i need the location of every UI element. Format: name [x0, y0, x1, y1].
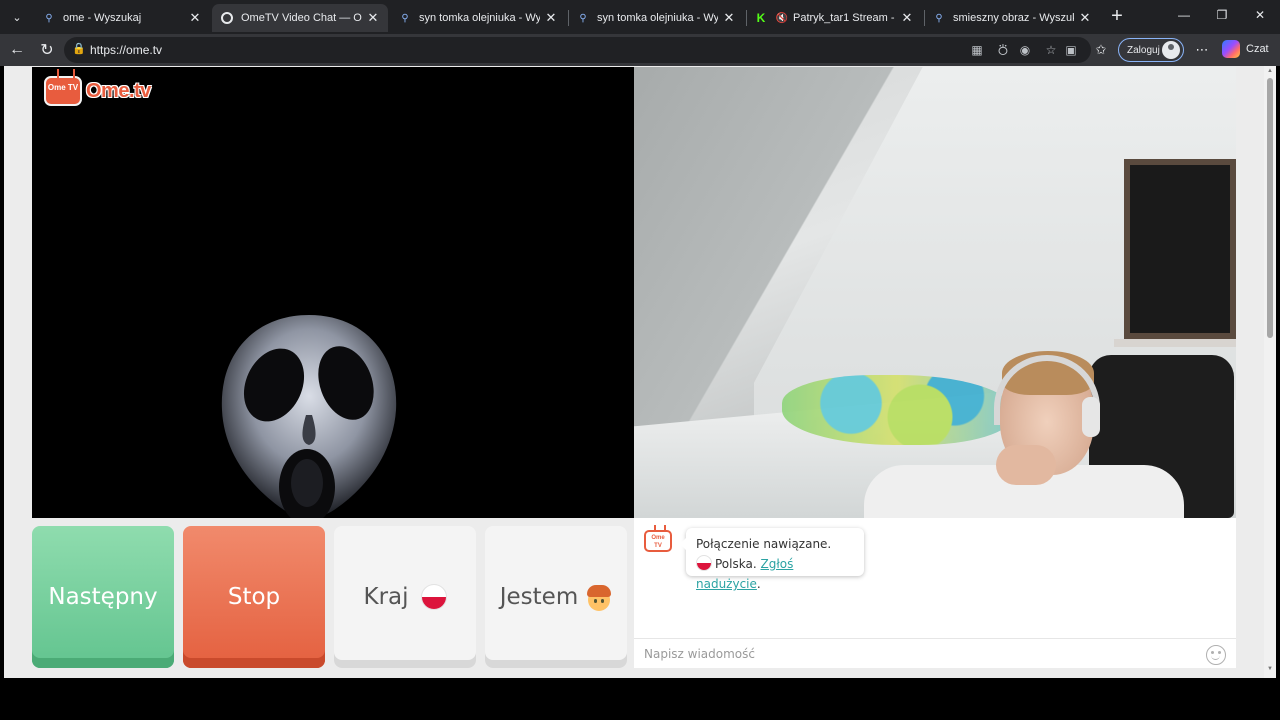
- next-button[interactable]: Następny: [32, 526, 174, 668]
- ometv-logo: Ome TV Ome.tv: [44, 73, 151, 109]
- search-icon: ⚲: [401, 12, 409, 24]
- next-button-label: Następny: [48, 584, 158, 610]
- tab-smieszny-search[interactable]: ⚲ smieszny obraz - Wyszukaj Ol ✕: [924, 4, 1100, 32]
- gender-button[interactable]: Jestem: [485, 526, 627, 668]
- message-input[interactable]: [644, 645, 1184, 663]
- close-tab-icon[interactable]: ✕: [188, 10, 202, 26]
- hand: [996, 445, 1056, 485]
- minimize-icon[interactable]: —: [1174, 8, 1194, 22]
- remote-video: Ome TV Ome.tv: [32, 67, 634, 518]
- copilot-icon: [1222, 40, 1240, 58]
- tab-syn-search-2[interactable]: ⚲ syn tomka olejniuka - Wyszuk ✕: [568, 4, 744, 32]
- system-message-bubble: Połączenie nawiązane. Polska. Zgłoś nadu…: [680, 528, 864, 591]
- tab-title: syn tomka olejniuka - Wyszuk: [597, 12, 718, 24]
- ometv-bot-icon: Ome TV: [644, 525, 672, 552]
- local-camera-video: [634, 67, 1236, 518]
- close-tab-icon[interactable]: ✕: [722, 10, 736, 26]
- url-text: https://ome.tv: [90, 43, 163, 57]
- close-tab-icon[interactable]: ✕: [1078, 10, 1092, 26]
- copilot-chat-button[interactable]: Czat: [1222, 40, 1269, 58]
- connection-status-text: Połączenie nawiązane.: [696, 537, 832, 551]
- maximize-icon[interactable]: ❐: [1212, 8, 1232, 22]
- tab-ometv[interactable]: OmeTV Video Chat — Ol ✕: [212, 4, 388, 32]
- blanket: [782, 375, 1012, 445]
- app-available-icon[interactable]: ▦: [968, 41, 986, 59]
- poland-flag-icon: [696, 555, 712, 571]
- close-tab-icon[interactable]: ✕: [366, 10, 380, 26]
- tab-title: ome - Wyszukaj: [63, 12, 142, 24]
- sign-in-button[interactable]: Zaloguj: [1118, 38, 1184, 62]
- tab-title: Patryk_tar1 Stream - Wat: [793, 12, 896, 24]
- logo-badge: Ome TV: [47, 83, 79, 92]
- bottom-black-strip: [0, 678, 1280, 720]
- room-window: [1114, 159, 1236, 347]
- favorite-star-icon[interactable]: ☆: [1042, 41, 1060, 59]
- more-menu-icon[interactable]: ⋯: [1193, 41, 1211, 59]
- copilot-label: Czat: [1246, 43, 1269, 55]
- address-bar[interactable]: 🔒 https://ome.tv ▦ ⛣ ◉ ☆ ▣: [64, 37, 1091, 63]
- close-window-icon[interactable]: ✕: [1250, 8, 1270, 22]
- country-name: Polska.: [715, 557, 757, 571]
- search-icon: ⚲: [935, 12, 943, 24]
- boy-emoji-icon: [586, 583, 612, 611]
- chat-input-row: [634, 638, 1236, 668]
- scroll-up-icon[interactable]: ▲: [1266, 68, 1274, 74]
- search-icon: ⚲: [45, 12, 53, 24]
- favorites-icon[interactable]: ✩: [1092, 41, 1110, 59]
- muted-speaker-icon[interactable]: 🔇: [775, 11, 789, 25]
- new-tab-icon[interactable]: +: [1106, 6, 1128, 28]
- close-tab-icon[interactable]: ✕: [544, 10, 558, 26]
- scroll-down-icon[interactable]: ▼: [1266, 666, 1274, 672]
- camera-in-use-icon[interactable]: ▣: [1062, 41, 1080, 59]
- emoji-picker-icon[interactable]: [1206, 645, 1226, 665]
- sign-in-label: Zaloguj: [1127, 44, 1160, 56]
- country-button-label: Kraj: [363, 584, 409, 610]
- poland-flag-icon: [420, 584, 447, 610]
- chat-panel: Ome TV Połączenie nawiązane. Polska. Zgło…: [634, 518, 1236, 668]
- back-icon[interactable]: ←: [6, 39, 28, 61]
- browser-toolbar: ← ↻ 🔒 https://ome.tv ▦ ⛣ ◉ ☆ ▣ ✩ Zaloguj…: [0, 34, 1280, 66]
- browser-tab-bar: ⌄ ⚲ ome - Wyszukaj ✕ OmeTV Video Chat — …: [0, 0, 1280, 34]
- stop-button[interactable]: Stop: [183, 526, 325, 668]
- scream-mask-image: [221, 315, 397, 518]
- tab-title: OmeTV Video Chat — Ol: [241, 12, 362, 24]
- stop-button-label: Stop: [227, 584, 281, 610]
- tab-title: syn tomka olejniuka - Wyszuk: [419, 12, 540, 24]
- scrollbar-thumb[interactable]: [1267, 78, 1273, 338]
- tab-kick-stream[interactable]: K 🔇 Patryk_tar1 Stream - Wat ✕: [746, 4, 922, 32]
- boy-hair: [587, 585, 612, 597]
- ometv-favicon-icon: [220, 11, 234, 25]
- window-sill: [1114, 339, 1236, 347]
- tracking-prevention-icon[interactable]: ◉: [1016, 41, 1034, 59]
- translate-icon[interactable]: ⛣: [994, 41, 1012, 59]
- tab-syn-search-1[interactable]: ⚲ syn tomka olejniuka - Wyszuk ✕: [390, 4, 566, 32]
- tab-ome-search[interactable]: ⚲ ome - Wyszukaj ✕: [34, 4, 210, 32]
- tab-title: smieszny obraz - Wyszukaj Ol: [953, 12, 1074, 24]
- tab-list-menu-icon[interactable]: ⌄: [6, 6, 28, 28]
- page-scrollbar[interactable]: ▲ ▼: [1264, 66, 1276, 678]
- lock-icon[interactable]: 🔒: [72, 42, 86, 56]
- kick-icon: K: [756, 11, 766, 25]
- reload-icon[interactable]: ↻: [36, 39, 58, 61]
- country-button[interactable]: Kraj: [334, 526, 476, 668]
- logo-wordmark: Ome.tv: [86, 79, 151, 102]
- report-suffix: .: [756, 577, 761, 591]
- close-tab-icon[interactable]: ✕: [900, 10, 914, 26]
- ometv-logo-icon: Ome TV: [44, 76, 82, 106]
- headset-earcup: [1082, 397, 1100, 437]
- gender-button-label: Jestem: [499, 584, 579, 610]
- avatar-icon: [1162, 41, 1180, 59]
- country-line: Polska. Zgłoś nadużycie.: [696, 554, 854, 594]
- search-icon: ⚲: [579, 12, 587, 24]
- user-in-camera: [864, 351, 1184, 518]
